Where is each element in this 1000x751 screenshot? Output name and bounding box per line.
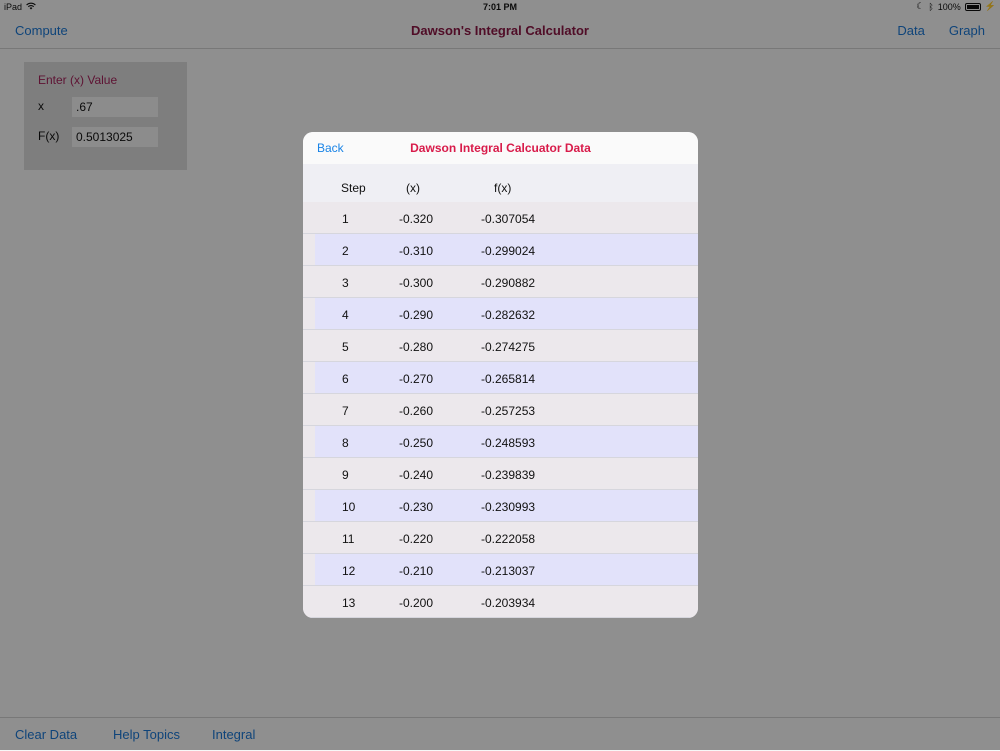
fx-cell: -0.248593 [481,436,536,450]
table-row[interactable]: 4 -0.290 -0.282632 [303,298,698,330]
column-header-x: (x) [406,181,420,195]
x-cell: -0.210 [399,564,434,578]
table-row[interactable]: 9 -0.240 -0.239839 [303,458,698,490]
table-row[interactable]: 8 -0.250 -0.248593 [303,426,698,458]
table-row[interactable]: 1 -0.320 -0.307054 [303,202,698,234]
column-header-step: Step [341,181,366,195]
table-row[interactable]: 11 -0.220 -0.222058 [303,522,698,554]
table-row[interactable]: 2 -0.310 -0.299024 [303,234,698,266]
step-cell: 4 [342,308,349,322]
x-cell: -0.290 [399,308,434,322]
table-row[interactable]: 13 -0.200 -0.203934 [303,586,698,618]
fx-cell: -0.203934 [481,596,536,610]
step-cell: 11 [342,532,355,546]
x-cell: -0.250 [399,436,434,450]
table-row[interactable]: 12 -0.210 -0.213037 [303,554,698,586]
x-cell: -0.280 [399,340,434,354]
fx-cell: -0.230993 [481,500,536,514]
data-table[interactable]: 1 -0.320 -0.307054 2 -0.310 -0.299024 3 -0.300 -… [303,202,698,618]
table-row[interactable]: 5 -0.280 -0.274275 [303,330,698,362]
x-cell: -0.230 [399,500,434,514]
fx-cell: -0.265814 [481,372,536,386]
data-modal: Back Dawson Integral Calcuator Data Step… [303,132,698,618]
step-cell: 8 [342,436,349,450]
fx-cell: -0.307054 [481,212,536,226]
step-cell: 12 [342,564,356,578]
step-cell: 10 [342,500,356,514]
x-cell: -0.220 [399,532,434,546]
step-cell: 2 [342,244,349,258]
x-cell: -0.270 [399,372,434,386]
step-cell: 1 [342,212,349,226]
x-cell: -0.320 [399,212,434,226]
fx-cell: -0.282632 [481,308,536,322]
fx-cell: -0.290882 [481,276,536,290]
x-cell: -0.200 [399,596,434,610]
modal-title: Dawson Integral Calcuator Data [410,141,591,155]
column-header-fx: f(x) [494,181,512,195]
x-cell: -0.240 [399,468,434,482]
table-row[interactable]: 7 -0.260 -0.257253 [303,394,698,426]
step-cell: 6 [342,372,349,386]
modal-header: Back Dawson Integral Calcuator Data [303,132,698,165]
table-row[interactable]: 10 -0.230 -0.230993 [303,490,698,522]
fx-cell: -0.299024 [481,244,536,258]
step-cell: 3 [342,276,349,290]
fx-cell: -0.274275 [481,340,536,354]
table-header: Step (x) f(x) [303,164,698,202]
fx-cell: -0.213037 [481,564,536,578]
fx-cell: -0.222058 [481,532,536,546]
fx-cell: -0.257253 [481,404,536,418]
fx-cell: -0.239839 [481,468,536,482]
x-cell: -0.300 [399,276,434,290]
step-cell: 7 [342,404,349,418]
step-cell: 13 [342,596,356,610]
table-row[interactable]: 6 -0.270 -0.265814 [303,362,698,394]
x-cell: -0.310 [399,244,434,258]
step-cell: 9 [342,468,349,482]
step-cell: 5 [342,340,349,354]
table-row[interactable]: 3 -0.300 -0.290882 [303,266,698,298]
x-cell: -0.260 [399,404,434,418]
